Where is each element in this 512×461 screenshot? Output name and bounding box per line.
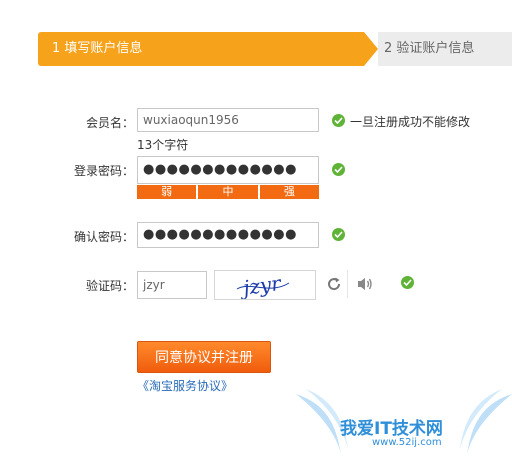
captcha-ok-icon	[401, 276, 414, 289]
step-verify-account-info: 2 验证账户信息	[378, 32, 512, 66]
username-input[interactable]: wuxiaoqun1956	[137, 108, 319, 132]
audio-captcha-icon[interactable]	[356, 276, 374, 292]
confirm-password-ok-icon	[332, 228, 345, 241]
confirm-password-label: 确认密码：	[73, 230, 134, 244]
svg-text:jzyr: jzyr	[238, 271, 284, 299]
captcha-image[interactable]: jzyr	[214, 270, 316, 301]
username-char-count: 13个字符	[137, 138, 189, 152]
watermark-text: 我爱IT技术网	[340, 419, 443, 439]
confirm-password-input[interactable]: ●●●●●●●●●●●●●	[137, 222, 319, 248]
refresh-captcha-icon[interactable]	[326, 276, 342, 292]
watermark-url: www.52ij.com	[372, 437, 442, 448]
password-strength-meter: 弱 中 强	[137, 185, 319, 199]
captcha-input[interactable]: jzyr	[137, 271, 207, 299]
strength-weak: 弱	[137, 185, 199, 199]
password-input[interactable]: ●●●●●●●●●●●●●	[137, 156, 319, 184]
strength-strong: 强	[259, 185, 319, 199]
password-label: 登录密码：	[73, 164, 134, 178]
captcha-label: 验证码：	[85, 279, 134, 293]
taobao-service-agreement-link[interactable]: 《淘宝服务协议》	[137, 377, 233, 394]
step-fill-account-info: 1 填写账户信息	[38, 32, 364, 66]
step-arrow	[364, 32, 378, 66]
password-ok-icon	[332, 163, 345, 176]
step-1-label: 1 填写账户信息	[52, 41, 143, 56]
username-ok-icon	[332, 114, 345, 127]
registration-steps: 1 填写账户信息 2 验证账户信息	[38, 32, 512, 66]
username-label: 会员名：	[85, 116, 134, 130]
agree-and-register-button[interactable]: 同意协议并注册	[137, 341, 271, 373]
username-hint: 一旦注册成功不能修改	[350, 115, 471, 129]
captcha-divider	[347, 270, 348, 298]
strength-medium: 中	[198, 185, 260, 199]
step-2-label: 2 验证账户信息	[384, 41, 475, 56]
